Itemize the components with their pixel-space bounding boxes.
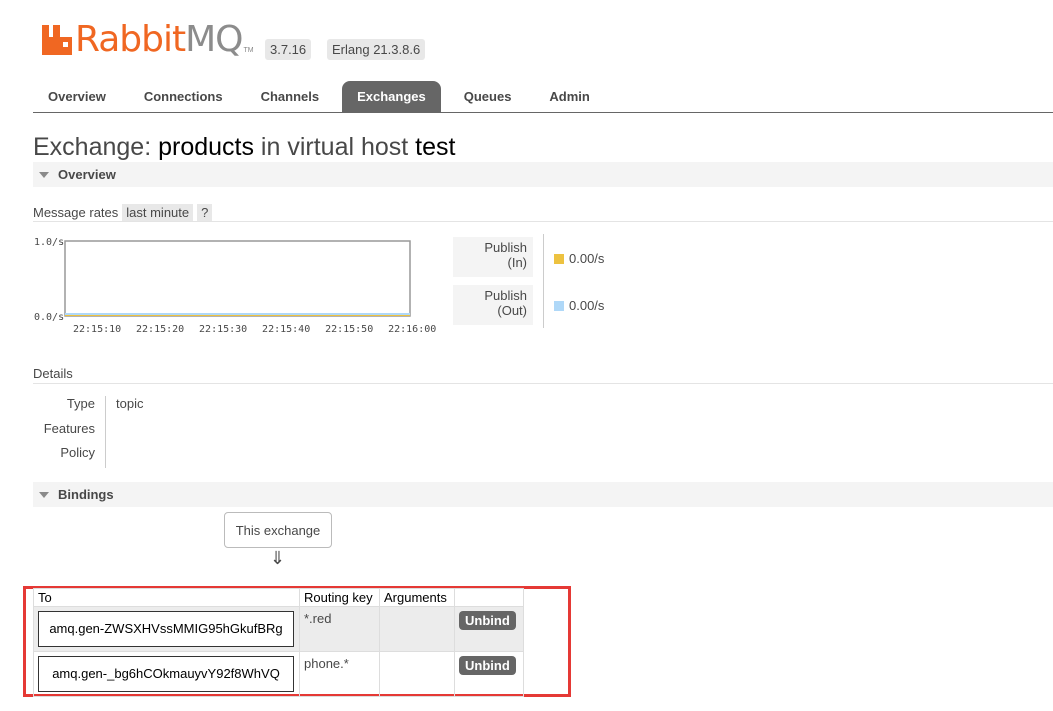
bindings-header-row: To Routing key Arguments	[33, 588, 524, 607]
y-tick-label: 1.0/s	[34, 237, 64, 248]
exchange-name: products	[158, 133, 254, 161]
y-tick-label: 0.0/s	[34, 312, 64, 323]
bindings-table: To Routing key Arguments amq.gen-ZWSXHVs…	[33, 588, 524, 697]
collapse-triangle-icon	[39, 491, 49, 498]
legend-publish-out: Publish (Out)	[453, 285, 533, 325]
x-tick-label: 22:16:00	[388, 324, 436, 334]
tab-overview[interactable]: Overview	[33, 81, 121, 112]
publish-in-rate: 0.00/s	[554, 251, 604, 266]
routing-key-cell: phone.*	[299, 651, 380, 697]
rabbitmq-logo-icon	[42, 25, 72, 55]
logo-wordmark: RabbitMQ	[75, 19, 244, 60]
message-rates-chart: 1.0/s 0.0/s 22:15:10 22:15:20 22:15:30 22:15:…	[34, 237, 436, 334]
publish-out-rate: 0.00/s	[554, 298, 604, 313]
rabbitmq-logo[interactable]: RabbitMQ TM	[42, 22, 254, 58]
tab-admin[interactable]: Admin	[534, 81, 604, 112]
bindings-section-toggle[interactable]: Bindings	[33, 482, 1053, 507]
arguments-cell	[379, 606, 455, 652]
rate-range-selector[interactable]: last minute	[122, 204, 194, 221]
x-tick-label: 22:15:50	[325, 324, 373, 334]
tab-queues[interactable]: Queues	[449, 81, 527, 112]
tab-channels[interactable]: Channels	[246, 81, 335, 112]
help-button[interactable]: ?	[197, 204, 213, 221]
main-nav-tabs: Overview Connections Channels Exchanges …	[33, 81, 1053, 113]
publish-in-swatch	[554, 253, 564, 264]
col-routing-key: Routing key	[299, 588, 380, 607]
binding-destination-link[interactable]: amq.gen-ZWSXHVssMMIG95hGkufBRg	[38, 611, 294, 647]
version-badge: 3.7.16	[265, 39, 312, 60]
bindings-heading: Bindings	[58, 487, 114, 502]
details-heading: Details	[33, 366, 1053, 384]
x-tick-label: 22:15:40	[262, 324, 310, 334]
logo-trademark: TM	[243, 47, 254, 54]
x-tick-label: 22:15:10	[73, 324, 121, 334]
message-rates-label: Message rates	[33, 205, 119, 220]
tab-connections[interactable]: Connections	[129, 81, 238, 112]
this-exchange-box: This exchange	[224, 512, 332, 548]
overview-heading: Overview	[58, 167, 116, 182]
detail-type-value: topic	[116, 396, 144, 411]
x-tick-label: 22:15:20	[136, 324, 184, 334]
detail-features-label: Features	[43, 421, 95, 436]
message-rates-header: Message rates last minute ?	[33, 204, 1053, 222]
unbind-button[interactable]: Unbind	[459, 611, 516, 630]
detail-policy-label: Policy	[60, 445, 95, 460]
x-tick-label: 22:15:30	[199, 324, 247, 334]
legend-publish-in: Publish (In)	[453, 237, 533, 277]
unbind-button[interactable]: Unbind	[459, 656, 516, 675]
table-row: amq.gen-_bg6hCOkmauyvY92f8WhVQ phone.* U…	[33, 651, 524, 697]
arguments-cell	[379, 651, 455, 697]
chart-plot-area	[64, 240, 411, 317]
tab-exchanges[interactable]: Exchanges	[342, 81, 441, 112]
page-title: Exchange: products in virtual host test	[33, 133, 456, 161]
binding-destination-link[interactable]: amq.gen-_bg6hCOkmauyvY92f8WhVQ	[38, 656, 294, 692]
overview-section-toggle[interactable]: Overview	[33, 162, 1053, 187]
down-arrow-icon: ⇓	[270, 548, 286, 568]
col-arguments: Arguments	[379, 588, 455, 607]
col-actions	[454, 588, 524, 607]
publish-out-swatch	[554, 300, 564, 311]
col-to: To	[33, 588, 300, 607]
collapse-triangle-icon	[39, 171, 49, 178]
vhost-name: test	[415, 133, 456, 161]
routing-key-cell: *.red	[299, 606, 380, 652]
table-row: amq.gen-ZWSXHVssMMIG95hGkufBRg *.red Unb…	[33, 606, 524, 652]
erlang-version-badge: Erlang 21.3.8.6	[327, 39, 426, 60]
detail-type-label: Type	[66, 396, 95, 411]
